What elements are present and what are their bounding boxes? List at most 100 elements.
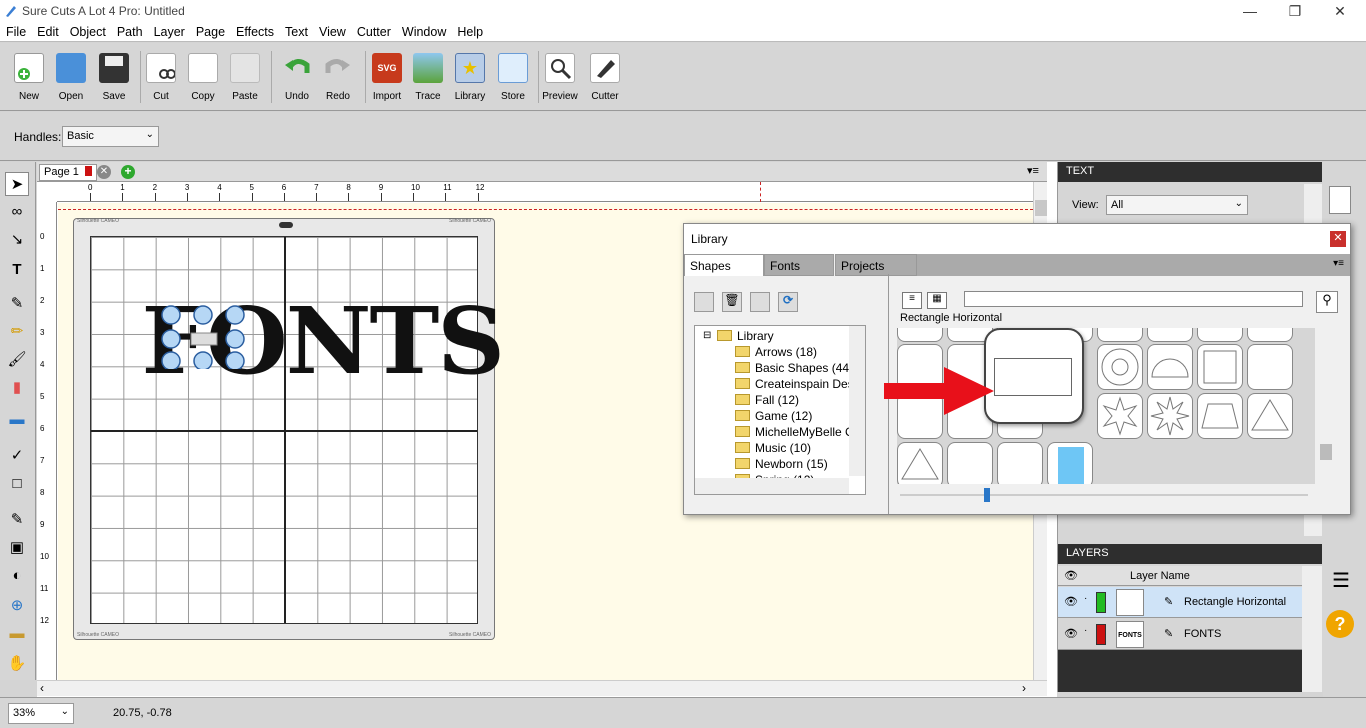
cut-button[interactable]: Cut xyxy=(141,51,181,109)
node-edit-tool-icon[interactable]: ↘ xyxy=(5,228,29,252)
shapes-scrollbar[interactable] xyxy=(1320,320,1334,480)
scroll-left-icon[interactable]: ‹ xyxy=(40,681,44,695)
library-search-input[interactable] xyxy=(964,291,1303,307)
visibility-eye-icon[interactable]: 👁 xyxy=(1064,627,1078,640)
tab-page-1[interactable]: Page 1 xyxy=(39,164,97,181)
tree-folder-item[interactable]: Basic Shapes (44) xyxy=(735,361,853,377)
help-icon[interactable]: ? xyxy=(1326,610,1354,638)
menu-cutter[interactable]: Cutter xyxy=(351,22,396,39)
library-close-icon[interactable]: ✕ xyxy=(1330,231,1346,247)
zoom-select[interactable]: 33% ⌄ xyxy=(8,703,74,724)
tree-hscroll[interactable] xyxy=(695,478,849,494)
cutter-button[interactable]: Cutter xyxy=(585,51,625,109)
library-button[interactable]: ★ Library xyxy=(450,51,490,109)
trapezoid-shape-tile[interactable] xyxy=(1197,393,1243,439)
tree-folder-item[interactable]: Fall (12) xyxy=(735,393,799,409)
text-tool-icon[interactable]: T xyxy=(5,258,29,282)
handles-select[interactable]: Basic ⌄ xyxy=(62,126,159,147)
tree-vscroll[interactable] xyxy=(849,326,865,476)
tree-folder-item[interactable]: Newborn (15) xyxy=(735,457,828,473)
scroll-right-icon[interactable]: › xyxy=(1022,681,1026,695)
eraser-tool-icon[interactable]: ▮ xyxy=(5,376,29,400)
brush-tool-icon[interactable]: 🖌 xyxy=(5,348,29,372)
menu-view[interactable]: View xyxy=(313,22,351,39)
ruler-tool-icon[interactable]: ▬ xyxy=(5,622,29,646)
refresh-icon[interactable]: ⟳ xyxy=(778,292,798,312)
shape-tile[interactable] xyxy=(1047,442,1093,484)
menu-window[interactable]: Window xyxy=(396,22,451,39)
layers-scrollbar[interactable] xyxy=(1302,566,1322,692)
triangle-shape-tile[interactable] xyxy=(1247,393,1293,439)
rounded-square-shape-tile[interactable] xyxy=(1247,344,1293,390)
menu-page[interactable]: Page xyxy=(190,22,230,39)
menu-text[interactable]: Text xyxy=(279,22,313,39)
new-item-icon[interactable] xyxy=(750,292,770,312)
menu-edit[interactable]: Edit xyxy=(31,22,64,39)
undo-button[interactable]: Undo xyxy=(277,51,317,109)
search-icon[interactable]: ⚲ xyxy=(1316,291,1338,313)
select-tool-icon[interactable]: ➤ xyxy=(5,172,29,196)
restore-icon[interactable]: ❐ xyxy=(1285,2,1305,20)
star8-shape-tile[interactable] xyxy=(1097,393,1143,439)
tree-folder-item[interactable]: Game (12) xyxy=(735,409,812,425)
store-button[interactable]: Store xyxy=(493,51,533,109)
knife-tool-icon[interactable]: ✎ xyxy=(5,508,29,532)
rectangle-horizontal-preview[interactable] xyxy=(984,328,1084,424)
new-folder-icon[interactable] xyxy=(694,292,714,312)
frame-shape-tile[interactable] xyxy=(1197,344,1243,390)
add-page-icon[interactable]: + xyxy=(121,165,135,179)
transform-tool-icon[interactable]: ▣ xyxy=(5,536,29,560)
layer-color-swatch[interactable] xyxy=(1096,624,1106,645)
mirror-tool-icon[interactable]: ◐ xyxy=(5,564,29,588)
redo-button[interactable]: Redo xyxy=(318,51,358,109)
menu-effects[interactable]: Effects xyxy=(230,22,279,39)
shape-tile[interactable] xyxy=(997,442,1043,484)
triangle-shape-tile[interactable] xyxy=(897,442,943,484)
menu-help[interactable]: Help xyxy=(451,22,488,39)
import-button[interactable]: SVG Import xyxy=(367,51,407,109)
semicircle-shape-tile[interactable] xyxy=(1147,344,1193,390)
scroll-thumb[interactable] xyxy=(1035,200,1047,216)
rectangle-tool-icon[interactable]: ▬ xyxy=(5,408,29,432)
horizontal-scrollbar[interactable]: ‹ › xyxy=(37,680,1047,696)
tab-fonts[interactable]: Fonts xyxy=(764,254,834,276)
lasso-tool-icon[interactable]: ∞ xyxy=(5,200,29,224)
starburst-shape-tile[interactable] xyxy=(1147,393,1193,439)
thumbnail-size-slider[interactable] xyxy=(900,488,1308,502)
trash-icon[interactable]: 🗑 xyxy=(722,292,742,312)
library-menu-icon[interactable]: ▾≡ xyxy=(1333,258,1344,269)
layer-row[interactable]: 👁 · ✎ Rectangle Horizontal xyxy=(1058,587,1302,618)
preview-button[interactable]: Preview xyxy=(540,51,580,109)
close-icon[interactable]: ✕ xyxy=(1330,2,1350,20)
gradient-tool-icon[interactable]: □ xyxy=(5,472,29,496)
hand-tool-icon[interactable]: ✋ xyxy=(5,652,29,676)
layer-row[interactable]: 👁 · FONTS ✎ FONTS xyxy=(1058,619,1302,650)
selection-handles[interactable] xyxy=(161,305,245,371)
pen-tool-icon[interactable]: ✎ xyxy=(5,292,29,316)
menu-file[interactable]: File xyxy=(0,22,31,39)
save-button[interactable]: Save xyxy=(94,51,134,109)
layer-color-swatch[interactable] xyxy=(1096,592,1106,613)
layers-stack-icon[interactable]: ☰ xyxy=(1326,568,1356,598)
tree-root[interactable]: Library xyxy=(717,329,774,345)
eyedropper-tool-icon[interactable]: ✓ xyxy=(5,444,29,468)
pencil-tool-icon[interactable]: ✏ xyxy=(5,320,29,344)
shape-tile[interactable] xyxy=(947,442,993,484)
minimize-icon[interactable]: — xyxy=(1240,2,1260,20)
tree-folder-item[interactable]: Arrows (18) xyxy=(735,345,817,361)
new-button[interactable]: New xyxy=(9,51,49,109)
visibility-eye-icon[interactable]: 👁 xyxy=(1064,595,1078,608)
tree-collapse-icon[interactable]: ⊟ xyxy=(703,330,711,341)
tree-folder-item[interactable]: Music (10) xyxy=(735,441,811,457)
trace-button[interactable]: Trace xyxy=(408,51,448,109)
document-icon[interactable] xyxy=(1329,186,1351,214)
view-select[interactable]: All ⌄ xyxy=(1106,195,1248,215)
tree-folder-item[interactable]: MichelleMyBelle Cre xyxy=(735,425,864,441)
paste-button[interactable]: Paste xyxy=(225,51,265,109)
tree-folder-item[interactable]: Createinspain Desi xyxy=(735,377,856,393)
menu-layer[interactable]: Layer xyxy=(148,22,190,39)
menu-object[interactable]: Object xyxy=(64,22,111,39)
page-menu-icon[interactable]: ▾≡ xyxy=(1027,164,1039,177)
tab-shapes[interactable]: Shapes xyxy=(684,254,764,276)
copy-button[interactable]: Copy xyxy=(183,51,223,109)
